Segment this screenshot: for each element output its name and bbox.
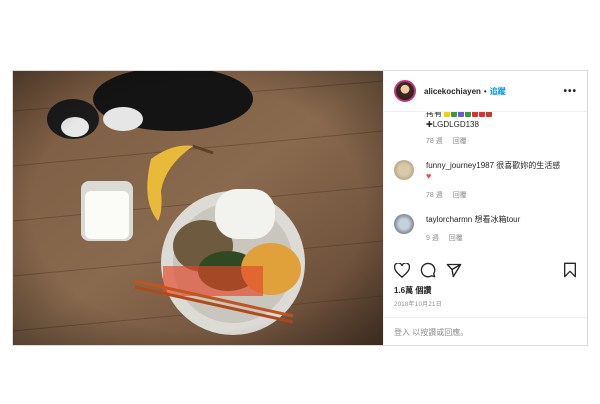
comment: funny_journey1987 很喜歡妳的生活感 ♥ 78 週 回覆 <box>394 160 560 201</box>
plus-icon: ✚ <box>426 120 433 129</box>
follow-button[interactable]: 追蹤 <box>490 86 506 97</box>
emoji-row <box>444 112 493 118</box>
commenter-username[interactable]: funny_journey1987 <box>426 161 494 170</box>
comment-meta: 9 週 回覆 <box>426 233 520 244</box>
bookmark-icon[interactable] <box>563 262 577 278</box>
comment-text: 想看冰箱tour <box>474 215 521 224</box>
share-icon[interactable] <box>446 263 462 278</box>
comment-text: 很喜歡妳的生活感 <box>496 161 561 170</box>
comments-list[interactable]: 拷有 ✚LGDLGD138 78 週 回覆 funny_journey1987 … <box>384 112 587 345</box>
food-table-image <box>13 71 383 345</box>
comment-time: 78 週 <box>426 138 443 145</box>
comment-meta: 78 週 回覆 <box>426 190 560 201</box>
more-options-icon[interactable]: ••• <box>563 86 577 97</box>
username[interactable]: alicekochiayen <box>424 87 481 96</box>
commenter-username[interactable]: taylorcharmn <box>426 215 472 224</box>
avatar[interactable] <box>394 80 416 102</box>
reply-button[interactable]: 回覆 <box>449 235 463 242</box>
action-bar <box>394 261 577 279</box>
likes-count[interactable]: 1.6萬 個讚 <box>394 285 431 296</box>
reply-button[interactable]: 回覆 <box>453 138 467 145</box>
post-sidebar: alicekochiayen • 追蹤 ••• 拷有 ✚LGDLGD138 78… <box>383 71 587 345</box>
post-date: 2018年10月21日 <box>394 302 442 308</box>
post-header: alicekochiayen • 追蹤 ••• <box>384 71 587 112</box>
post-card: alicekochiayen • 追蹤 ••• 拷有 ✚LGDLGD138 78… <box>12 70 588 346</box>
separator-dot: • <box>483 86 487 96</box>
commenter-avatar[interactable] <box>394 160 414 180</box>
post-photo[interactable] <box>13 71 383 345</box>
comment-icon[interactable] <box>420 262 436 278</box>
comment-text: 拷有 <box>426 112 442 118</box>
heart-emoji-icon: ♥ <box>426 171 432 181</box>
heart-icon[interactable] <box>394 262 410 278</box>
comment-time: 78 週 <box>426 192 443 199</box>
commenter-avatar[interactable] <box>394 214 414 234</box>
comment-tail: LGDLGD138 <box>432 120 479 129</box>
comment: taylorcharmn 想看冰箱tour 9 週 回覆 <box>394 214 520 244</box>
reply-button[interactable]: 回覆 <box>453 192 467 199</box>
comment-meta: 78 週 回覆 <box>426 136 493 147</box>
comment-time: 9 週 <box>426 235 439 242</box>
add-comment-bar: 登入 以按讚或回應。 <box>384 317 587 346</box>
comment-partial: 拷有 ✚LGDLGD138 78 週 回覆 <box>426 112 493 147</box>
login-to-comment-text[interactable]: 登入 以按讚或回應。 <box>394 327 468 338</box>
